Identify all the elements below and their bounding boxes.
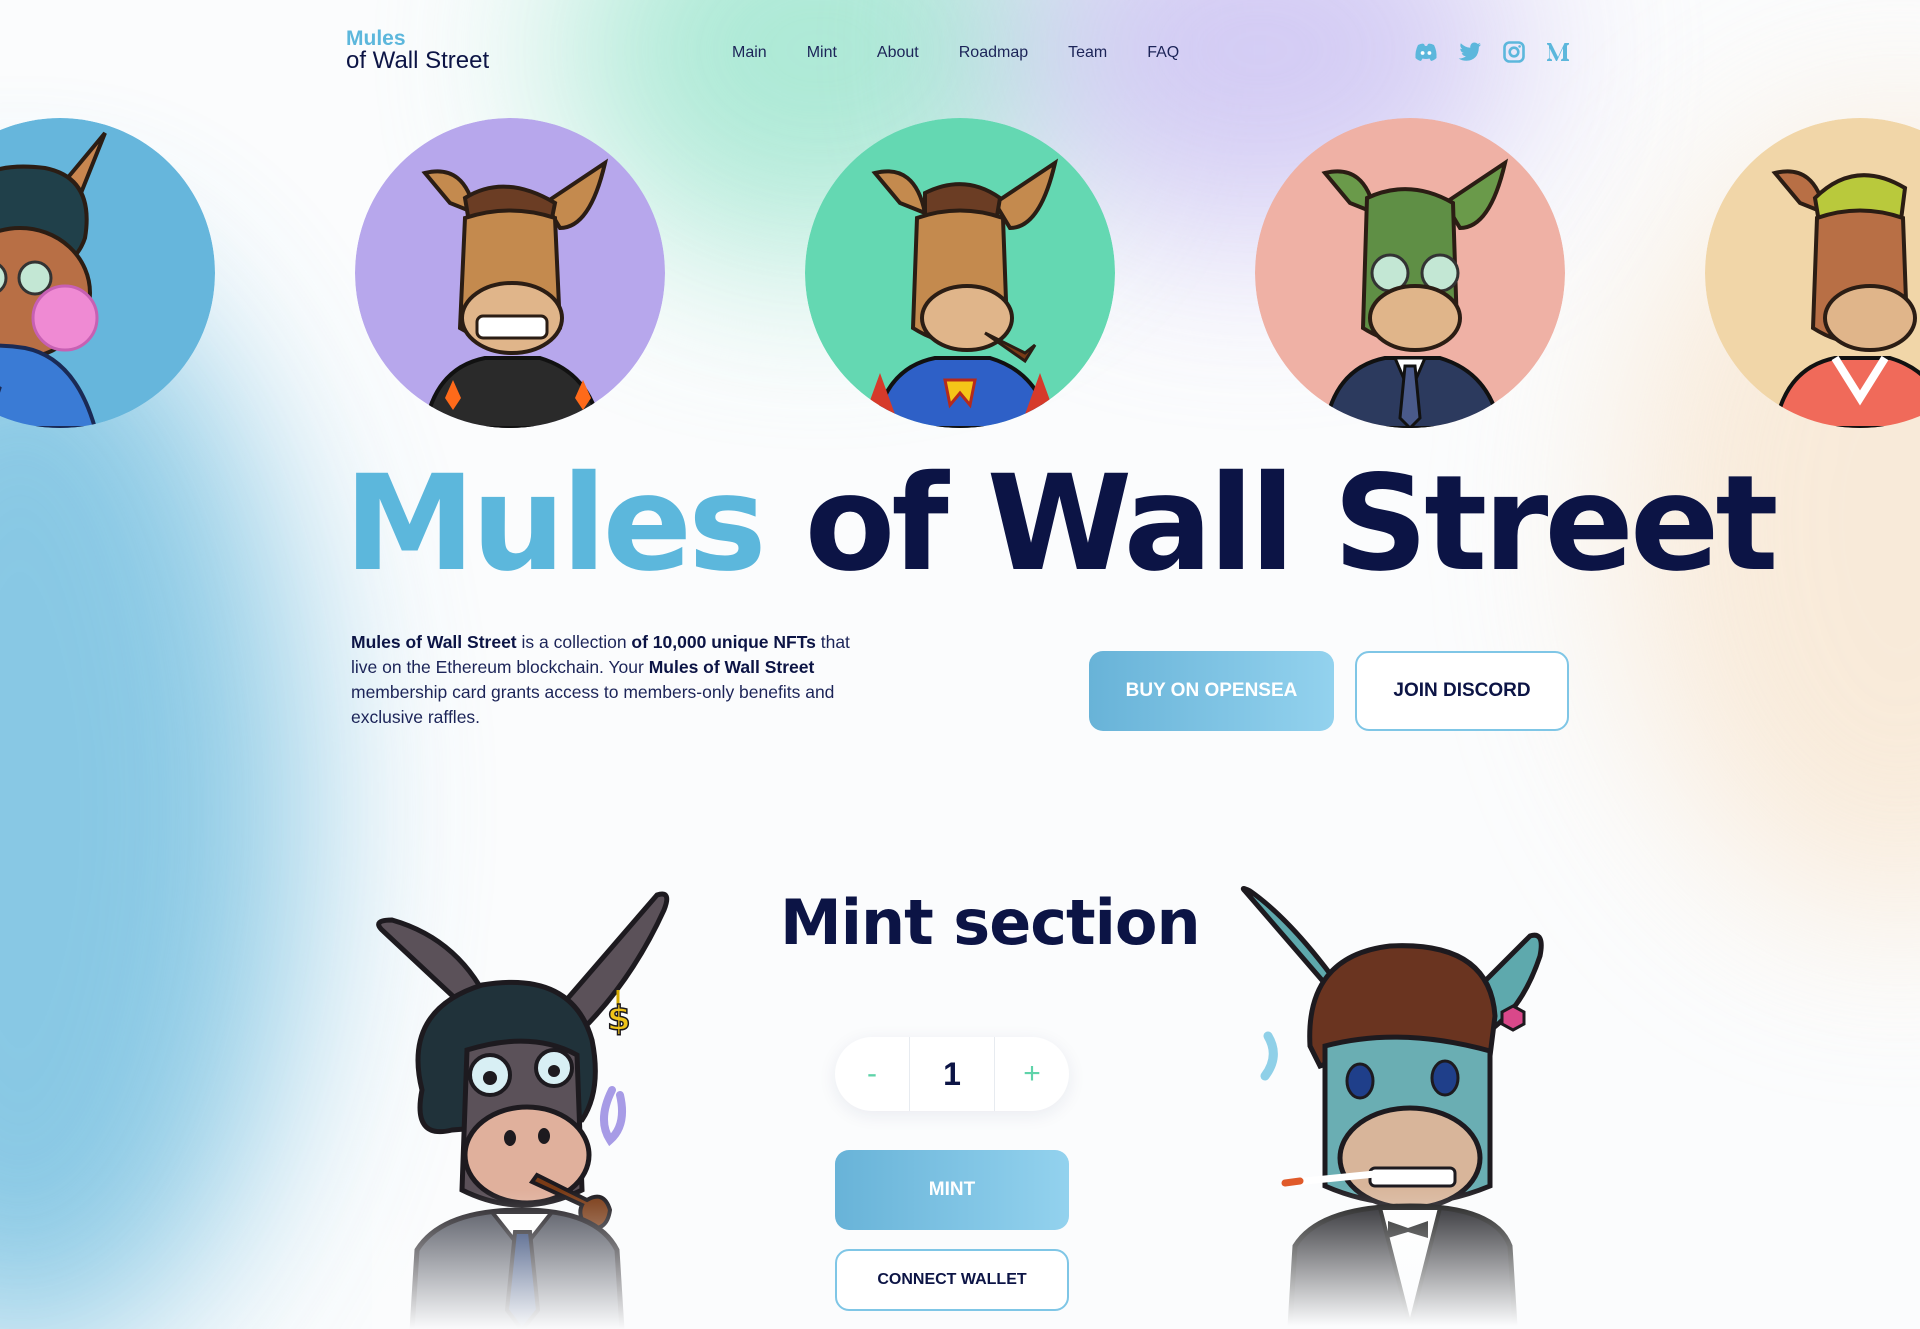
mint-button[interactable]: MINT: [835, 1150, 1069, 1230]
mule-illustration-right: [1240, 886, 1560, 1326]
join-discord-button[interactable]: JOIN DISCORD: [1355, 651, 1569, 731]
hero-title: Mules of Wall Street: [344, 458, 1779, 590]
social-links: [1414, 40, 1570, 64]
connect-wallet-button[interactable]: CONNECT WALLET: [835, 1249, 1069, 1311]
nav-roadmap[interactable]: Roadmap: [959, 44, 1028, 62]
desc-bold-3: Mules of Wall Street: [648, 657, 815, 677]
desc-bold-2: of 10,000 unique NFTs: [631, 632, 816, 652]
increment-button[interactable]: +: [995, 1037, 1069, 1111]
medium-icon[interactable]: [1546, 40, 1570, 64]
mint-section-title: Mint section: [780, 886, 1201, 959]
buy-on-opensea-button[interactable]: BUY ON OPENSEA: [1089, 651, 1334, 731]
quantity-stepper: - 1 +: [835, 1037, 1069, 1111]
logo-line1: Mules: [346, 27, 406, 50]
hero-title-rest: of Wall Street: [762, 447, 1779, 601]
main-nav: Main Mint About Roadmap Team FAQ: [732, 44, 1219, 62]
hero-description: Mules of Wall Street is a collection of …: [351, 630, 871, 730]
desc-text-3: membership card grants access to members…: [351, 682, 835, 727]
desc-text-1: is a collection: [516, 632, 632, 652]
svg-text:$: $: [607, 999, 631, 1039]
decrement-button[interactable]: -: [835, 1037, 909, 1111]
nav-about[interactable]: About: [877, 44, 919, 62]
nav-faq[interactable]: FAQ: [1147, 44, 1179, 62]
mule-avatar-pink: [1255, 118, 1565, 428]
nav-main[interactable]: Main: [732, 44, 767, 62]
logo-line2: of Wall Street: [346, 47, 490, 75]
quantity-value[interactable]: 1: [909, 1037, 995, 1111]
desc-bold-1: Mules of Wall Street: [351, 632, 517, 652]
twitter-icon[interactable]: [1458, 40, 1482, 64]
discord-icon[interactable]: [1414, 40, 1438, 64]
instagram-icon[interactable]: [1502, 40, 1526, 64]
logo[interactable]: Mules of Wall Street: [346, 28, 489, 74]
mule-avatar-purple: [355, 118, 665, 428]
hero-title-accent: Mules: [344, 447, 767, 601]
mule-avatar-green: [805, 118, 1115, 428]
mule-illustration-left: $: [372, 890, 672, 1329]
nav-team[interactable]: Team: [1068, 44, 1107, 62]
nav-mint[interactable]: Mint: [807, 44, 837, 62]
